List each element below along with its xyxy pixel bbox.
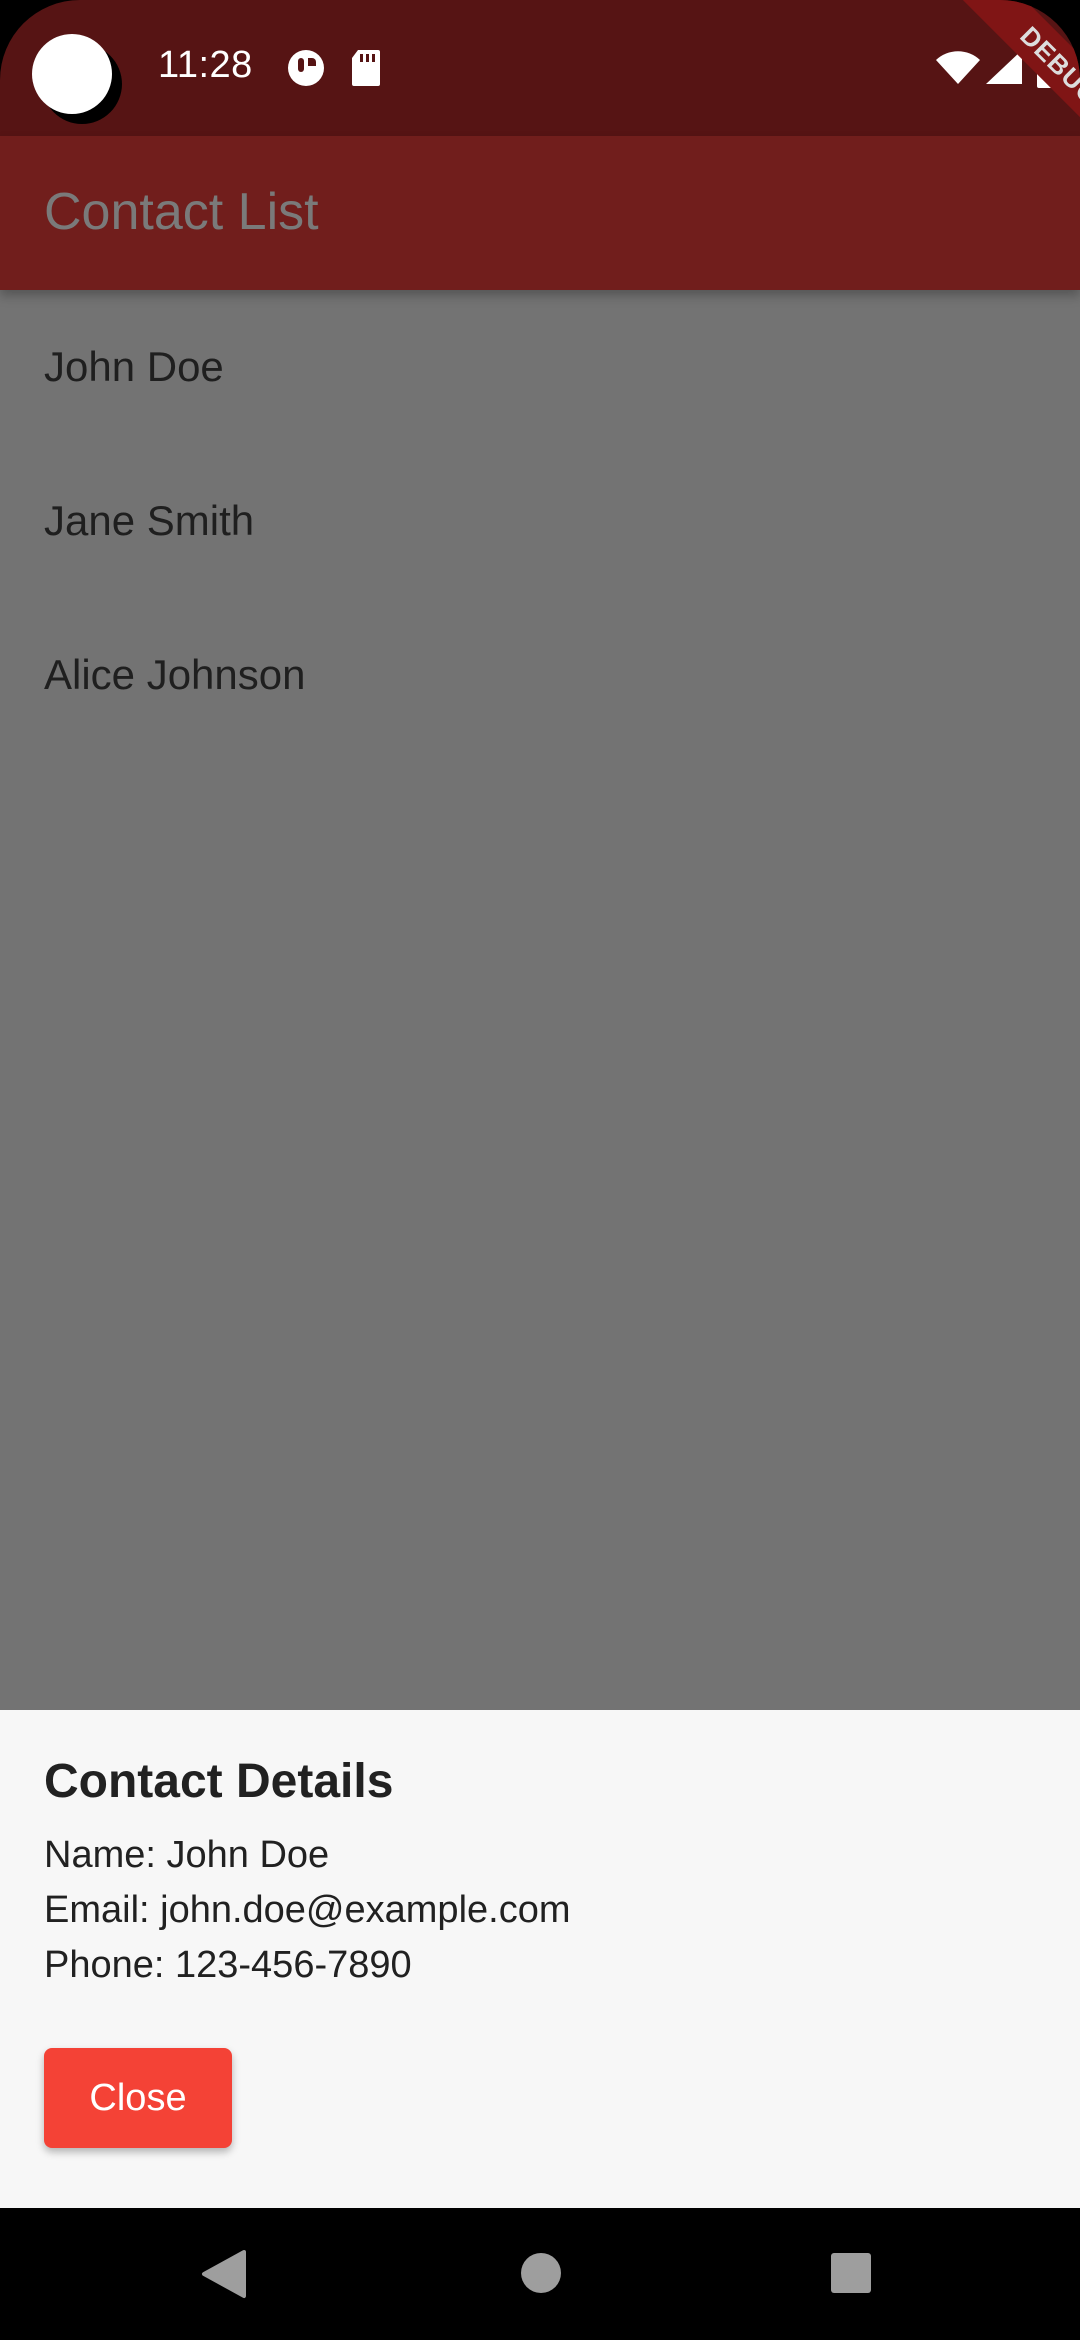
list-item-contact[interactable]: Alice Johnson xyxy=(0,598,1080,752)
contact-name-line: Name: John Doe xyxy=(44,1834,330,1876)
debug-banner: DEBUG xyxy=(910,0,1080,170)
contact-phone-line: Phone: 123-456-7890 xyxy=(44,1944,412,1986)
back-icon[interactable] xyxy=(200,2248,248,2300)
modal-scrim[interactable]: John Doe Jane Smith Alice Johnson xyxy=(0,290,1080,1710)
contact-email-line: Email: john.doe@example.com xyxy=(44,1889,571,1931)
status-time: 11:28 xyxy=(158,44,253,86)
contact-details-sheet: Contact Details Name: John Doe Email: jo… xyxy=(0,1710,1080,2208)
list-item-contact[interactable]: Jane Smith xyxy=(0,444,1080,598)
debug-label: DEBUG xyxy=(952,0,1080,170)
page-title: Contact List xyxy=(44,183,319,241)
sd-card-icon xyxy=(350,48,382,88)
sheet-title: Contact Details xyxy=(44,1755,394,1808)
close-button[interactable]: Close xyxy=(44,2048,232,2148)
list-item-contact[interactable]: John Doe xyxy=(0,290,1080,444)
front-camera xyxy=(32,34,112,114)
recents-icon[interactable] xyxy=(830,2252,872,2294)
system-nav-bar xyxy=(0,2208,1080,2340)
mystery-app-icon xyxy=(286,48,326,88)
phone-screen: 11:28 DEBUG Contact List John Doe Jane S… xyxy=(0,0,1080,2340)
home-icon[interactable] xyxy=(520,2252,562,2294)
